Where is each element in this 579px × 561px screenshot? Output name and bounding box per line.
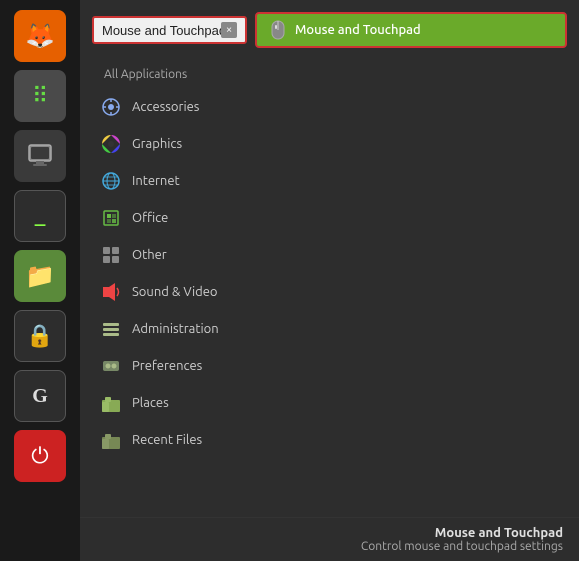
sidebar: 🦊 ⠿ _ 📁 🔒 G ⏻ [0, 0, 80, 561]
app-title: Mouse and Touchpad [96, 526, 563, 540]
category-all-applications[interactable]: All Applications [84, 61, 261, 88]
accessories-label: Accessories [132, 100, 199, 114]
category-office[interactable]: Office [84, 200, 261, 236]
grub-icon: G [32, 385, 48, 408]
category-administration[interactable]: Administration [84, 311, 261, 347]
preferences-label: Preferences [132, 359, 202, 373]
sidebar-icon-power[interactable]: ⏻ [14, 430, 66, 482]
category-graphics[interactable]: Graphics [84, 126, 261, 162]
category-places[interactable]: Places [84, 385, 261, 421]
content-area: All Applications Accessories [80, 56, 579, 517]
administration-label: Administration [132, 322, 219, 336]
power-icon: ⏻ [31, 443, 48, 469]
other-icon [100, 244, 122, 266]
all-apps-label: All Applications [104, 68, 187, 81]
app-description: Control mouse and touchpad settings [96, 540, 563, 553]
lock-icon: 🔒 [26, 323, 53, 349]
clear-search-button[interactable]: × [221, 22, 237, 38]
recent-files-icon [100, 429, 122, 451]
internet-label: Internet [132, 174, 180, 188]
folder-icon: 📁 [25, 262, 55, 290]
sidebar-icon-terminal[interactable]: _ [14, 190, 66, 242]
category-accessories[interactable]: Accessories [84, 89, 261, 125]
mouse-touchpad-result-icon [267, 19, 289, 41]
graphics-label: Graphics [132, 137, 182, 151]
office-label: Office [132, 211, 168, 225]
category-recent-files[interactable]: Recent Files [84, 422, 261, 458]
apps-area [265, 56, 579, 517]
graphics-icon [100, 133, 122, 155]
accessories-icon [100, 96, 122, 118]
places-label: Places [132, 396, 169, 410]
terminal-icon: _ [35, 206, 46, 227]
bottom-bar: Mouse and Touchpad Control mouse and tou… [80, 517, 579, 561]
main-content: Mouse and Touchpad × Mouse and Touchpad … [80, 0, 579, 561]
ui-icon [26, 140, 54, 172]
office-icon [100, 207, 122, 229]
category-preferences[interactable]: Preferences [84, 348, 261, 384]
category-other[interactable]: Other [84, 237, 261, 273]
sidebar-icon-lock[interactable]: 🔒 [14, 310, 66, 362]
search-area: Mouse and Touchpad × Mouse and Touchpad [80, 0, 579, 56]
grid-icon: ⠿ [32, 83, 48, 109]
other-label: Other [132, 248, 167, 262]
sidebar-icon-ui[interactable] [14, 130, 66, 182]
internet-icon [100, 170, 122, 192]
sidebar-icon-firefox[interactable]: 🦊 [14, 10, 66, 62]
search-results: Mouse and Touchpad [255, 12, 567, 48]
category-internet[interactable]: Internet [84, 163, 261, 199]
result-item-label: Mouse and Touchpad [295, 23, 421, 37]
sound-video-icon [100, 281, 122, 303]
administration-icon [100, 318, 122, 340]
sound-video-label: Sound & Video [132, 285, 218, 299]
categories-list: All Applications Accessories [80, 56, 265, 517]
search-input[interactable]: Mouse and Touchpad [102, 23, 221, 38]
firefox-icon: 🦊 [25, 22, 55, 50]
category-sound-video[interactable]: Sound & Video [84, 274, 261, 310]
search-box[interactable]: Mouse and Touchpad × [92, 16, 247, 44]
result-item-mouse-and-touchpad[interactable]: Mouse and Touchpad [255, 12, 567, 48]
recent-files-label: Recent Files [132, 433, 202, 447]
sidebar-icon-grid[interactable]: ⠿ [14, 70, 66, 122]
preferences-icon [100, 355, 122, 377]
places-icon [100, 392, 122, 414]
sidebar-icon-grub[interactable]: G [14, 370, 66, 422]
sidebar-icon-folder[interactable]: 📁 [14, 250, 66, 302]
